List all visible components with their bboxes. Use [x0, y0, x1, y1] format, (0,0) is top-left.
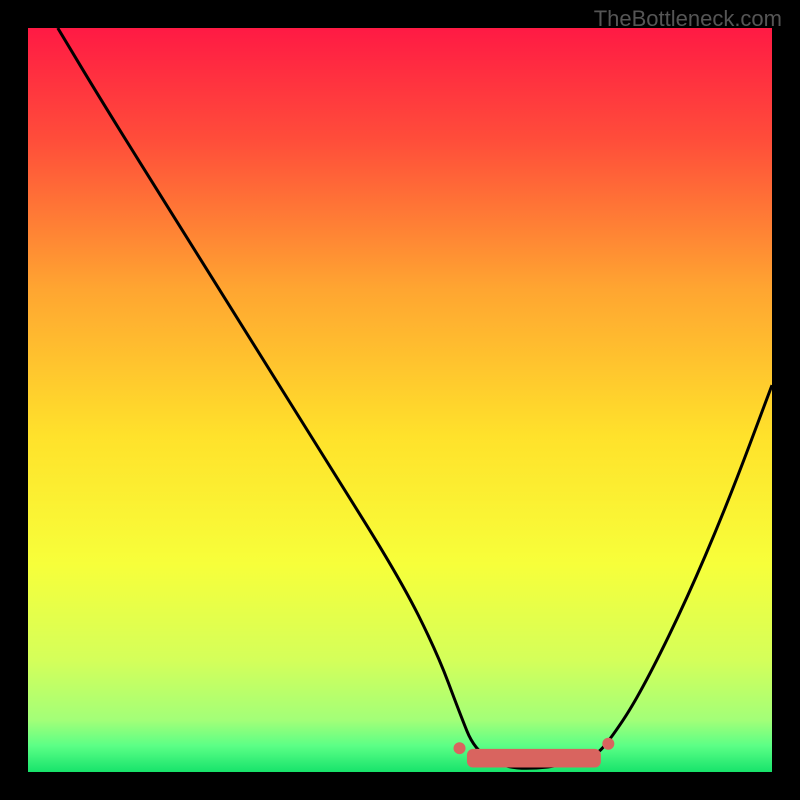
curve-marker [454, 742, 466, 754]
plot-background [28, 28, 772, 772]
watermark-text: TheBottleneck.com [594, 6, 782, 32]
curve-marker [602, 738, 614, 750]
bottleneck-chart [0, 0, 800, 800]
optimal-range-band [467, 749, 601, 768]
